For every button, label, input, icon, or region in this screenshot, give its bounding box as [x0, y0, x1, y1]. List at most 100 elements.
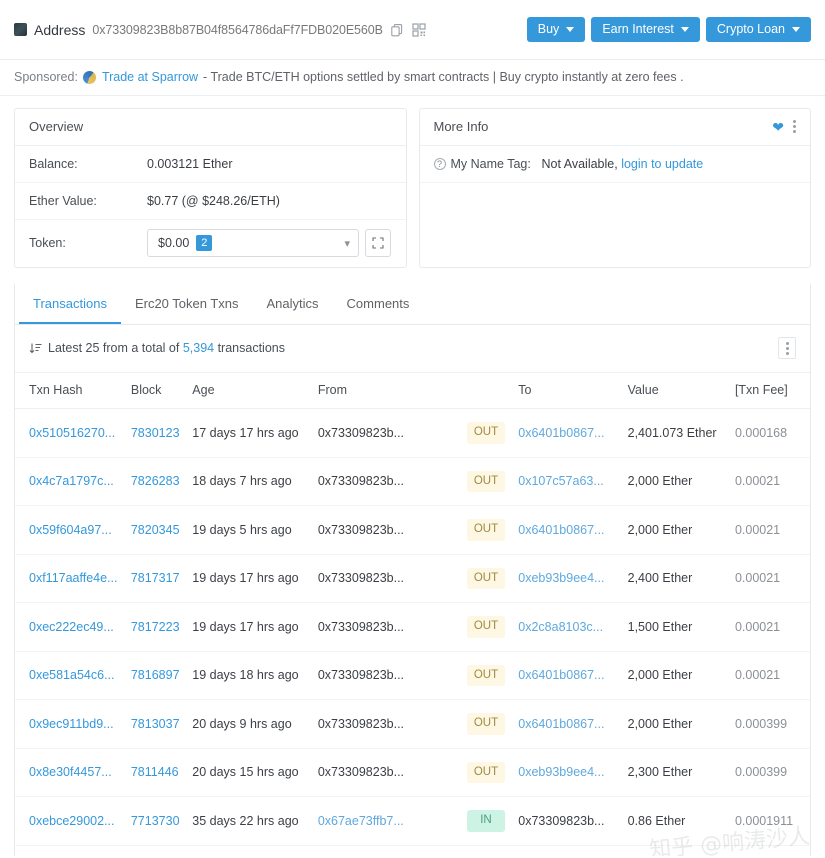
cell-direction: OUT	[459, 554, 513, 603]
column-txn-hash[interactable]: Txn Hash	[15, 373, 125, 409]
sparrow-icon	[82, 70, 96, 84]
more-options-icon[interactable]	[793, 120, 796, 133]
cell-from: 0x73309823b...	[311, 748, 460, 797]
sort-icon[interactable]	[29, 342, 42, 355]
expand-token-button[interactable]	[365, 229, 391, 257]
txn-hash-link[interactable]: 0x8e30f4457...	[29, 765, 112, 779]
direction-badge: OUT	[466, 422, 505, 444]
tab-transactions[interactable]: Transactions	[19, 282, 121, 324]
to-address[interactable]: 0xeb93b9ee4...	[518, 571, 604, 585]
txn-hash-link[interactable]: 0xf117aaffe4e...	[29, 571, 118, 585]
cell-txn-fee: 0.000399	[728, 748, 810, 797]
cell-txn-hash: 0x4c7a1797c...	[15, 457, 125, 506]
column-from[interactable]: From	[311, 373, 460, 409]
chevron-down-icon	[680, 26, 689, 32]
cell-direction: OUT	[459, 748, 513, 797]
from-address: 0x73309823b...	[317, 571, 405, 586]
column-txn-fee[interactable]: [Txn Fee]	[728, 373, 810, 409]
direction-badge: OUT	[466, 470, 505, 492]
block-link[interactable]: 7713730	[131, 814, 180, 828]
cell-value: 2,401.073 Ether	[621, 408, 729, 458]
column-age[interactable]: Age	[186, 373, 312, 409]
block-link[interactable]: 7811446	[131, 765, 179, 779]
tab-analytics[interactable]: Analytics	[253, 282, 333, 324]
to-address[interactable]: 0x2c8a8103c...	[518, 620, 603, 634]
cell-age: 19 days 17 hrs ago	[186, 602, 312, 652]
table-row: 0xf117aaffe4e... 7817317 19 days 17 hrs ag…	[15, 554, 810, 603]
heart-icon[interactable]: ❤	[772, 120, 784, 134]
table-row: 0xec222ec49... 7817223 19 days 17 hrs ago 0…	[15, 602, 810, 652]
tab-comments[interactable]: Comments	[333, 282, 424, 324]
block-link[interactable]: 7816897	[131, 668, 180, 682]
direction-badge: OUT	[466, 664, 505, 686]
to-address[interactable]: 0x107c57a63...	[518, 474, 604, 488]
cell-from: 0x73309823b...	[311, 602, 460, 652]
copy-icon[interactable]	[390, 22, 405, 37]
from-address[interactable]: 0x67ae73ffb7...	[318, 814, 404, 828]
block-link[interactable]: 7826283	[131, 474, 180, 488]
to-address[interactable]: 0x6401b0867...	[518, 668, 604, 682]
login-to-update-link[interactable]: login to update	[621, 157, 703, 171]
table-row: 0x8e30f4457... 7811446 20 days 15 hrs ago 0…	[15, 748, 810, 797]
address-label: Address	[34, 21, 86, 38]
cell-to: 0x6401b0867...	[512, 699, 622, 749]
txn-hash-link[interactable]: 0x59f604a97...	[29, 523, 112, 537]
txn-hash-link[interactable]: 0xebce29002...	[29, 814, 115, 828]
cell-txn-hash: 0xec222ec49...	[15, 602, 125, 652]
tab-erc20-token-txns[interactable]: Erc20 Token Txns	[121, 282, 253, 324]
column-block[interactable]: Block	[124, 373, 187, 409]
block-link[interactable]: 7813037	[131, 717, 180, 731]
cell-value: 2,000 Ether	[621, 505, 729, 555]
table-row: 0x510516270... 7830123 17 days 17 hrs ago 0…	[15, 408, 810, 458]
address-page: Address 0x73309823B8b87B04f8564786daFf7F…	[0, 0, 825, 858]
cell-from: 0x73309823b...	[311, 651, 460, 700]
cell-txn-fee: 0.00021	[728, 505, 810, 555]
column-value[interactable]: Value	[621, 373, 729, 409]
cell-to: 0x107c57a63...	[512, 457, 622, 506]
txn-hash-link[interactable]: 0x510516270...	[29, 426, 115, 440]
cell-direction: OUT	[459, 699, 513, 749]
block-link[interactable]: 7817317	[131, 571, 180, 585]
buy-button-label: Buy	[537, 21, 560, 36]
cell-block: 7817317	[124, 554, 187, 603]
txn-hash-link[interactable]: 0xec222ec49...	[29, 620, 114, 634]
cell-age: 18 days 7 hrs ago	[186, 457, 312, 506]
txn-hash-link[interactable]: 0x9ec911bd9...	[29, 717, 114, 731]
cell-value: 0.86 Ether	[621, 796, 729, 846]
to-address[interactable]: 0x6401b0867...	[518, 523, 604, 537]
earn-interest-button[interactable]: Earn Interest	[591, 16, 700, 43]
cell-from: 0x73309823b...	[311, 408, 460, 458]
latest-transactions-bar: Latest 25 from a total of 5,394 transact…	[15, 325, 810, 373]
chevron-down-icon	[792, 26, 800, 32]
qr-code-icon[interactable]	[412, 22, 427, 37]
transaction-count: 5,394	[182, 341, 215, 355]
cell-txn-fee: 0.000168	[728, 408, 810, 458]
name-tag-value: Not Available, login to update	[542, 157, 704, 171]
table-options-icon[interactable]	[778, 337, 796, 359]
block-link[interactable]: 7830123	[131, 426, 180, 440]
sponsored-link[interactable]: Trade at Sparrow	[102, 70, 198, 84]
help-icon[interactable]: ?	[433, 158, 446, 170]
latest-suffix: transactions	[217, 341, 285, 355]
ether-value-row: Ether Value: $0.77 (@ $248.26/ETH)	[15, 183, 406, 220]
ether-value-label: Ether Value:	[29, 194, 97, 208]
to-address[interactable]: 0xeb93b9ee4...	[518, 765, 604, 779]
txn-hash-link[interactable]: 0x4c7a1797c...	[29, 474, 114, 488]
column-to[interactable]: To	[512, 373, 622, 409]
ether-value-value: $0.77 (@ $248.26/ETH)	[147, 194, 280, 208]
txn-hash-link[interactable]: 0xe581a54c6...	[29, 668, 115, 682]
cell-block: 7826283	[124, 457, 187, 506]
crypto-loan-button[interactable]: Crypto Loan	[705, 16, 811, 43]
transactions-table: Txn Hash Block Age From To Value [Txn Fe…	[15, 373, 810, 858]
to-address[interactable]: 0x6401b0867...	[518, 717, 604, 731]
to-address[interactable]: 0x6401b0867...	[518, 426, 604, 440]
buy-button[interactable]: Buy	[526, 16, 586, 43]
token-select[interactable]: $0.00 2 ▾	[147, 229, 359, 257]
block-link[interactable]: 7817223	[131, 620, 180, 634]
cell-age: 35 days 22 hrs ago	[186, 796, 312, 846]
block-link[interactable]: 7820345	[131, 523, 180, 537]
balance-label: Balance:	[29, 157, 78, 171]
cell-block: 7817223	[124, 602, 187, 652]
from-address: 0x73309823b...	[317, 619, 405, 634]
cell-to: 0x6401b0867...	[512, 505, 622, 555]
